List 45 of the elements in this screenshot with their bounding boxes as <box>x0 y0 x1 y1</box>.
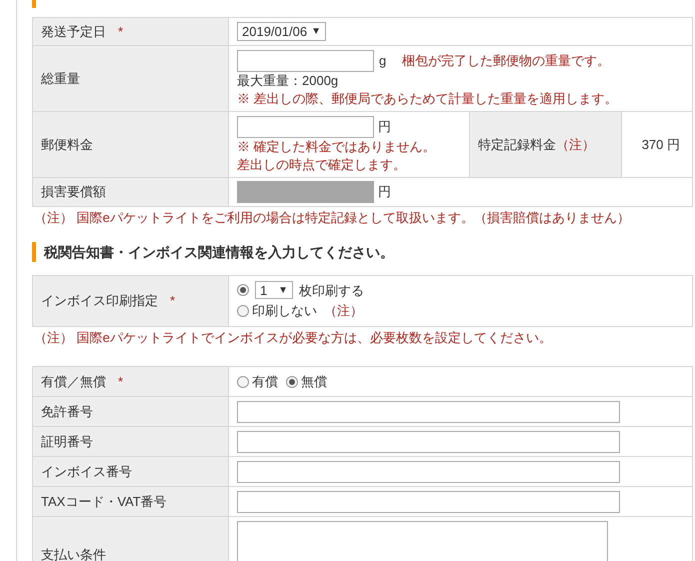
fee-value: 370 円 <box>642 136 680 154</box>
field-label: 有償／無償 <box>41 372 106 391</box>
required-mark: * <box>170 292 176 310</box>
radio-button[interactable] <box>237 304 249 317</box>
field-label: 総重量 <box>41 70 80 88</box>
note-link[interactable]: （注） <box>324 301 363 320</box>
postage-input[interactable] <box>237 116 374 138</box>
note-link[interactable]: （注） <box>556 134 595 154</box>
option-label: 印刷しない <box>252 302 317 320</box>
field-label: 郵便料金 <box>41 136 93 154</box>
field-label: インボイス番号 <box>41 462 132 481</box>
text-input[interactable] <box>237 400 620 422</box>
field-label: 支払い条件 <box>41 546 106 561</box>
fee-label: 特定記録料金 <box>478 136 556 154</box>
text-input[interactable] <box>237 430 620 452</box>
date-select[interactable]: 2019/01/06 ▼ <box>237 22 326 41</box>
required-mark: * <box>118 22 124 41</box>
option-label: 有償 <box>252 372 278 391</box>
field-label: 証明番号 <box>41 432 93 451</box>
radio-button[interactable] <box>286 376 298 388</box>
field-label: 損害要償額 <box>41 183 106 202</box>
copies-select[interactable]: 1 ▼ <box>255 281 293 300</box>
weight-input[interactable] <box>237 50 374 72</box>
radio-button[interactable] <box>237 284 249 296</box>
unit-label: 円 <box>378 118 391 136</box>
radio-button[interactable] <box>237 376 249 388</box>
note-text: ※ 差出しの際、郵便局であらためて計量した重量を適用します。 <box>237 90 618 108</box>
field-label: 免許番号 <box>41 402 93 421</box>
field-label: TAXコード・VAT番号 <box>41 492 167 511</box>
field-label: インボイス印刷指定 <box>41 292 158 310</box>
text-input[interactable] <box>237 460 620 482</box>
note-text: （注） 国際eパケットライトでインボイスが必要な方は、必要枚数を設定してください。 <box>33 328 553 346</box>
unit-label: 円 <box>378 183 391 202</box>
unit-label: g <box>379 52 386 70</box>
note-text: ※ 確定した料金ではありません。 <box>237 138 437 156</box>
hint-text: 梱包が完了した郵便物の重量です。 <box>402 52 610 70</box>
option-label: 無償 <box>301 372 327 391</box>
text-input[interactable] <box>237 490 620 512</box>
note-text: （注） 国際eパケットライトをご利用の場合は特定記録として取扱います。（損害賠償はありません） <box>33 209 631 227</box>
section-heading: 税関告知書・インボイス関連情報を入力してください。 <box>44 242 394 262</box>
field-label: 発送予定日 <box>41 22 106 41</box>
option-label: 枚印刷する <box>299 282 364 300</box>
max-weight-text: 最大重量：2000g <box>237 72 340 90</box>
note-text: 差出しの時点で確定します。 <box>237 156 407 174</box>
required-mark: * <box>118 372 124 391</box>
